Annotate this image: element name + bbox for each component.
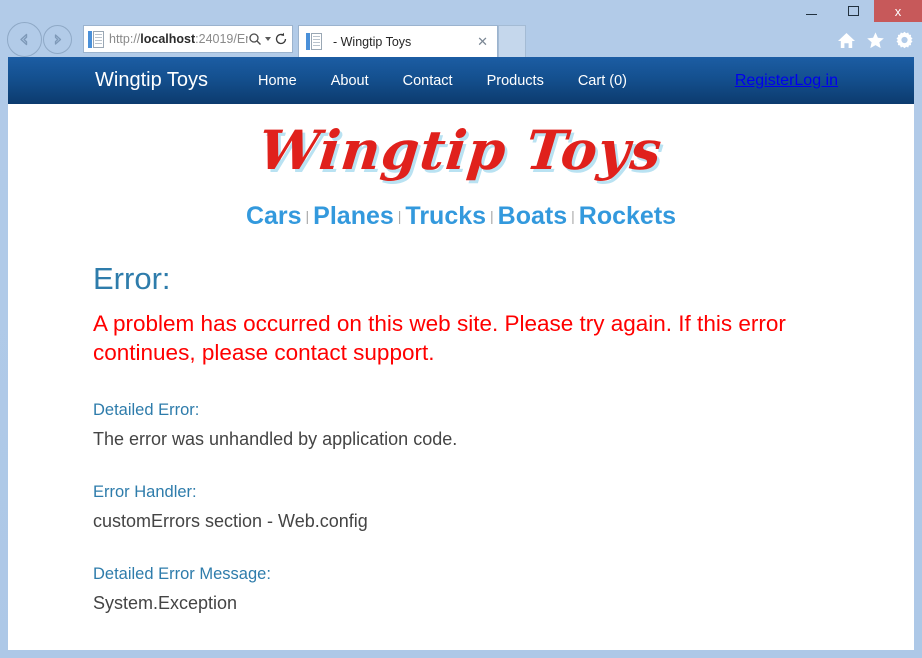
nav-link-contact[interactable]: Contact: [386, 73, 470, 89]
close-window-button[interactable]: x: [874, 0, 922, 22]
url-text: http://localhost:24019/Err: [109, 32, 248, 46]
site-logo-container: Wingtip Toys: [8, 104, 914, 182]
page-viewport: Wingtip Toys Home About Contact Products…: [8, 57, 914, 650]
category-links: Cars | Planes | Trucks | Boats | Rockets: [8, 202, 914, 231]
address-bar-icons: [248, 32, 290, 46]
error-handler-value: customErrors section - Web.config: [93, 510, 368, 531]
page-content: Wingtip Toys Cars | Planes | Trucks | Boats | Ro…: [8, 104, 914, 650]
site-brand[interactable]: Wingtip Toys: [95, 69, 208, 92]
url-path: :24019/Err: [195, 32, 248, 46]
account-nav-list: Register Log in: [735, 72, 838, 90]
category-link-boats[interactable]: Boats: [495, 202, 570, 230]
site-logo[interactable]: Wingtip Toys: [256, 118, 666, 182]
nav-item: About: [314, 72, 386, 90]
nav-link-login[interactable]: Log in: [794, 72, 838, 90]
site-navigation-bar: Wingtip Toys Home About Contact Products…: [8, 57, 914, 104]
nav-item: Home: [241, 72, 314, 90]
category-link-rockets[interactable]: Rockets: [576, 202, 679, 230]
tab-strip: - Wingtip Toys ✕: [298, 25, 526, 57]
tab-close-icon[interactable]: ✕: [472, 35, 493, 48]
arrow-left-icon: [20, 33, 28, 46]
address-bar[interactable]: http://localhost:24019/Err: [83, 25, 293, 53]
title-bar: x: [0, 0, 922, 22]
window-controls: x: [790, 0, 922, 22]
nav-item: Contact: [386, 72, 470, 90]
favorites-star-icon[interactable]: [866, 31, 885, 50]
nav-link-home[interactable]: Home: [241, 73, 314, 89]
nav-link-register[interactable]: Register: [735, 72, 795, 90]
nav-item: Cart (0): [561, 72, 644, 90]
category-separator: |: [397, 208, 402, 224]
error-heading: Error:: [93, 261, 171, 296]
category-link-trucks[interactable]: Trucks: [402, 202, 489, 230]
chevron-down-icon[interactable]: [265, 37, 271, 41]
error-message: A problem has occurred on this web site.…: [93, 311, 786, 365]
maximize-button[interactable]: [832, 0, 874, 22]
detailed-error-message-value: System.Exception: [93, 592, 238, 613]
address-page-icon: [88, 30, 104, 48]
browser-toolbar: http://localhost:24019/Err - Wingtip Toy…: [0, 22, 922, 57]
tab-title: - Wingtip Toys: [333, 34, 412, 49]
detailed-error-label: Detailed Error:: [93, 400, 200, 419]
forward-button[interactable]: [43, 25, 72, 54]
browser-command-icons: [837, 25, 914, 55]
new-tab-button[interactable]: [498, 25, 526, 57]
refresh-icon[interactable]: [274, 32, 288, 46]
error-body: Error: A problem has occurred on this we…: [8, 261, 914, 650]
detailed-error-message-label: Detailed Error Message:: [93, 564, 271, 583]
category-separator: |: [571, 208, 575, 224]
url-scheme: http://: [109, 32, 141, 46]
browser-window: x http://localhost:24019/Err - Wingtip T…: [0, 0, 922, 658]
settings-gear-icon[interactable]: [895, 31, 914, 50]
nav-link-cart[interactable]: Cart (0): [561, 73, 644, 89]
minimize-button[interactable]: [790, 0, 832, 22]
category-separator: |: [490, 208, 494, 224]
home-icon[interactable]: [837, 31, 856, 50]
category-link-cars[interactable]: Cars: [243, 202, 305, 230]
nav-link-products[interactable]: Products: [470, 73, 561, 89]
nav-link-about[interactable]: About: [314, 73, 386, 89]
detailed-error-value: The error was unhandled by application c…: [93, 428, 458, 449]
category-separator: |: [305, 208, 310, 224]
search-icon[interactable]: [248, 32, 262, 46]
arrow-right-icon: [54, 34, 62, 45]
category-link-planes[interactable]: Planes: [310, 202, 397, 230]
nav-item: Products: [470, 72, 561, 90]
tab-wingtip-toys[interactable]: - Wingtip Toys ✕: [298, 25, 498, 57]
primary-nav-list: Home About Contact Products Cart (0): [241, 72, 644, 90]
tab-favicon-icon: [306, 33, 322, 50]
back-button[interactable]: [7, 22, 42, 57]
error-handler-label: Error Handler:: [93, 482, 197, 501]
url-host: localhost: [140, 32, 196, 46]
